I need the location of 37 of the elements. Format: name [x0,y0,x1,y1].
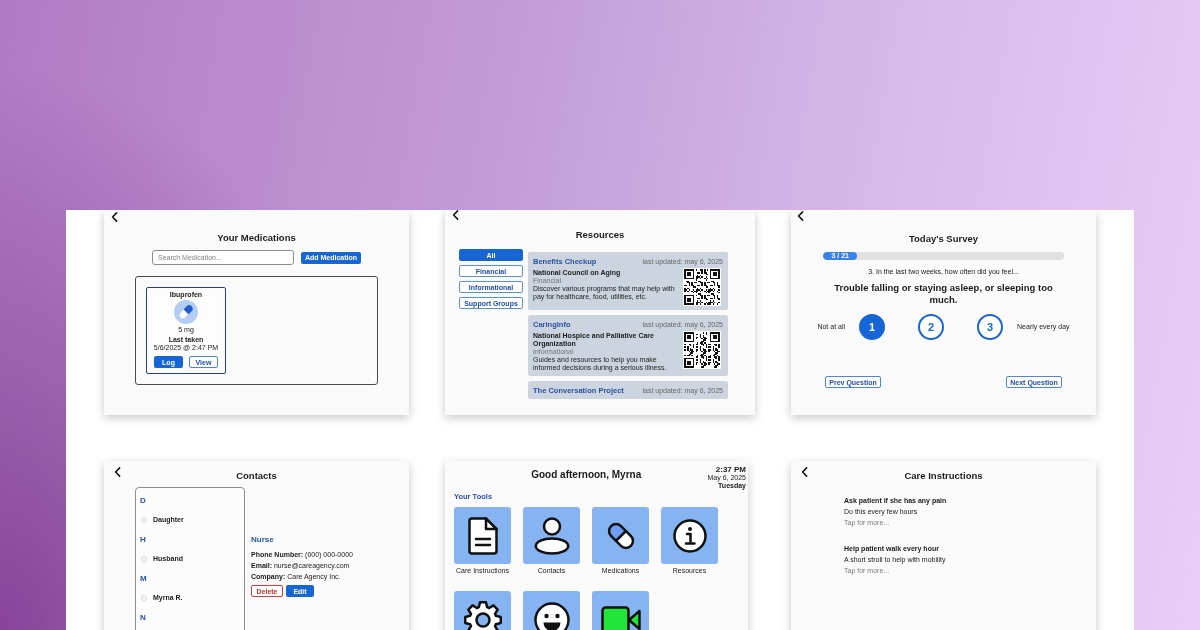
video-camera-icon [600,605,641,630]
pill-icon [174,300,198,324]
info-icon [672,518,707,553]
greeting-title: Good afternoon, Myrna [530,469,643,481]
screen-title: Today's Survey [907,233,980,244]
qr-code-icon [683,331,721,369]
rating-option[interactable]: 2 [918,314,945,340]
contact-detail-name: Nurse [251,535,274,545]
back-icon[interactable] [801,467,808,477]
tool-tile[interactable] [523,507,580,564]
avatar-icon [141,517,147,524]
section-letter: M [140,574,147,584]
person-icon [533,516,570,555]
screen-title: Care Instructions [903,470,984,481]
back-icon[interactable] [111,212,118,222]
tool-tile[interactable] [592,507,649,564]
screen-title: Resources [574,229,626,240]
screen-title: Contacts [235,470,278,481]
avatar-icon [141,595,147,602]
avatar-icon [141,556,147,563]
section-letter: H [140,535,146,545]
clock-time: 2:37 PM [715,465,746,474]
document-icon [467,516,498,555]
back-icon[interactable] [797,211,804,221]
question-text: Trouble falling or staying asleep, or sleeping too much. [833,282,1054,306]
tool-tile[interactable] [454,507,511,564]
section-letter: D [140,496,146,506]
qr-code-icon [683,268,721,306]
smiley-icon [533,601,570,630]
back-icon[interactable] [114,467,121,477]
gear-icon [462,599,503,630]
rating-option[interactable]: 1 [859,314,886,340]
back-icon[interactable] [452,210,459,220]
section-letter: N [140,613,146,623]
tool-tile[interactable] [661,507,718,564]
rating-option[interactable]: 3 [977,314,1004,340]
screen-title: Your Medications [216,232,297,243]
